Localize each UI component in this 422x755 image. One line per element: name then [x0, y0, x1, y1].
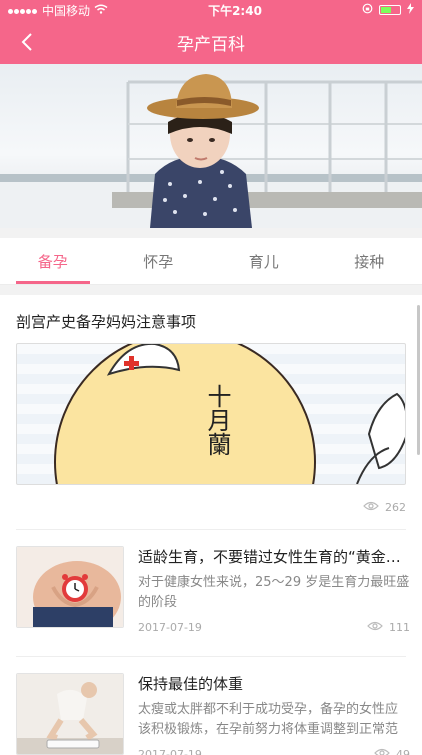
charging-icon: [407, 3, 414, 17]
featured-meta: 262: [16, 485, 406, 529]
article-date: 2017-07-19: [138, 748, 202, 755]
article-title: 保持最佳的体重: [138, 673, 410, 694]
article-date: 2017-07-19: [138, 621, 202, 634]
carrier-label: 中国移动: [42, 2, 90, 19]
eye-icon: [367, 621, 383, 634]
list-item[interactable]: 保持最佳的体重 太瘦或太胖都不利于成功受孕，备孕的女性应该积极锻炼，在孕前努力将…: [0, 657, 422, 755]
status-bar: 中国移动 下午2:40: [0, 0, 422, 20]
back-button[interactable]: [12, 20, 42, 64]
article-views: 111: [389, 621, 410, 634]
article-description: 太瘦或太胖都不利于成功受孕，备孕的女性应该积极锻炼，在孕前努力将体重调整到正常范: [138, 700, 410, 740]
article-description: 对于健康女性来说，25～29 岁是生育力最旺盛的阶段: [138, 573, 410, 613]
featured-views: 262: [385, 501, 406, 514]
scrollbar[interactable]: [417, 305, 420, 455]
nav-bar: 孕产百科: [0, 20, 422, 64]
article-thumbnail: [16, 546, 124, 628]
tab-huaiyun[interactable]: 怀孕: [106, 238, 212, 284]
category-tabs: 备孕 怀孕 育儿 接种: [0, 238, 422, 285]
wifi-icon: [94, 3, 108, 17]
article-thumbnail: [16, 673, 124, 755]
featured-image-text: 十月蘭: [203, 384, 231, 456]
featured-title: 剖宫产史备孕妈妈注意事项: [16, 295, 406, 333]
pregnancy-clock-illustration: [17, 547, 123, 627]
list-item[interactable]: 适龄生育，不要错过女性生育的“黄金… 对于健康女性来说，25～29 岁是生育力最…: [0, 530, 422, 646]
scale-illustration: [17, 674, 123, 754]
battery-icon: [379, 5, 401, 15]
tab-jiezhong[interactable]: 接种: [317, 238, 422, 284]
banner-image[interactable]: [0, 64, 422, 228]
article-list: 剖宫产史备孕妈妈注意事项 十月蘭 262: [0, 295, 422, 755]
rotation-lock-icon: [362, 3, 373, 17]
article-views: 49: [396, 748, 410, 755]
page-title: 孕产百科: [177, 30, 245, 55]
tab-beiyun[interactable]: 备孕: [0, 238, 106, 284]
tab-yuer[interactable]: 育儿: [211, 238, 317, 284]
article-title: 适龄生育，不要错过女性生育的“黄金…: [138, 546, 410, 567]
eye-icon: [363, 501, 379, 514]
eye-icon: [374, 748, 390, 755]
banner-illustration: [0, 64, 422, 228]
status-time: 下午2:40: [208, 2, 262, 19]
featured-article[interactable]: 剖宫产史备孕妈妈注意事项 十月蘭 262: [0, 295, 422, 529]
signal-icon: [8, 3, 38, 17]
featured-image: 十月蘭: [16, 343, 406, 485]
chevron-left-icon: [21, 32, 33, 52]
